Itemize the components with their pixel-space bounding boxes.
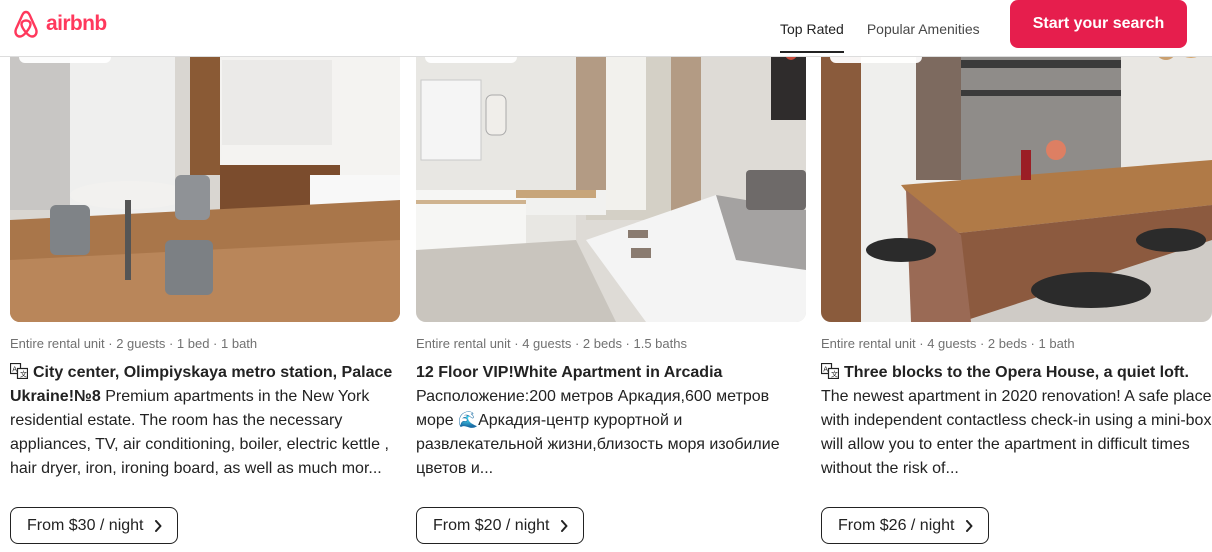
svg-text:文: 文 xyxy=(20,370,27,379)
translated-icon: A 文 xyxy=(10,363,28,379)
listing-meta: Entire rental unit · 4 guests · 2 beds ·… xyxy=(416,336,687,351)
price-label: From $30 / night xyxy=(27,516,144,534)
price-button[interactable]: From $30 / night xyxy=(10,507,178,544)
listing-meta: Entire rental unit · 2 guests · 1 bed · … xyxy=(10,336,258,351)
airbnb-logo[interactable]: airbnb xyxy=(12,9,107,39)
chevron-right-icon xyxy=(560,519,567,532)
listings-page: airbnb Top Rated Popular Amenities Start… xyxy=(0,0,1212,552)
price-button[interactable]: From $26 / night xyxy=(821,507,989,544)
tab-top-rated[interactable]: Top Rated xyxy=(780,0,844,57)
logo-wordmark: airbnb xyxy=(46,12,107,35)
airbnb-logo-icon xyxy=(14,10,38,38)
listing-title[interactable]: 12 Floor VIP!White Apartment in Arcadia xyxy=(416,364,722,381)
svg-text:A: A xyxy=(12,366,17,374)
price-label: From $26 / night xyxy=(838,516,955,534)
svg-text:A: A xyxy=(823,366,828,374)
chevron-right-icon xyxy=(154,519,161,532)
chevron-right-icon xyxy=(965,519,972,532)
listing-description: The newest apartment in 2020 renovation!… xyxy=(821,388,1212,477)
svg-text:文: 文 xyxy=(831,370,838,379)
translated-icon: A 文 xyxy=(821,363,839,379)
start-search-button[interactable]: Start your search xyxy=(1010,0,1187,48)
price-label: From $20 / night xyxy=(433,516,550,534)
listing-description-block: 12 Floor VIP!White Apartment in Arcadia … xyxy=(416,361,806,481)
price-button[interactable]: From $20 / night xyxy=(416,507,584,544)
tab-popular-amenities[interactable]: Popular Amenities xyxy=(867,0,980,57)
listing-description: Расположение:200 метров Аркадия,600 метр… xyxy=(416,388,780,477)
listing-meta: Entire rental unit · 4 guests · 2 beds ·… xyxy=(821,336,1075,351)
listing-title[interactable]: Three blocks to the Opera House, a quiet… xyxy=(844,364,1189,381)
category-tabs: Top Rated Popular Amenities xyxy=(780,0,1003,57)
listing-description-block: A 文 Three blocks to the Opera House, a q… xyxy=(821,361,1212,481)
listing-description-block: A 文 City center, Olimpiyskaya metro stat… xyxy=(10,361,400,481)
top-nav-bar: airbnb Top Rated Popular Amenities Start… xyxy=(0,0,1212,57)
